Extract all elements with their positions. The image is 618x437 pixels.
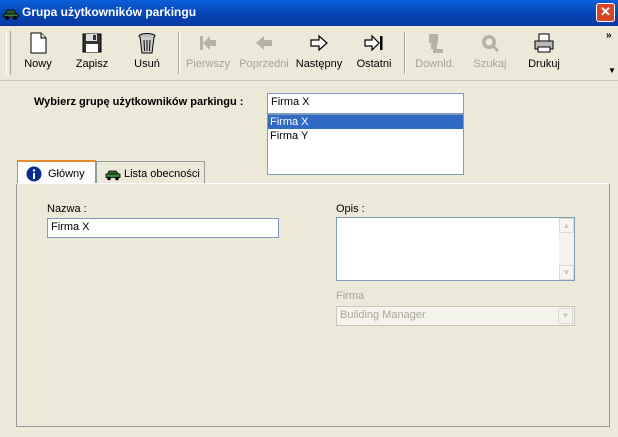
tab-attendance-list[interactable]: Lista obecności (96, 161, 205, 184)
list-item[interactable]: Firma Y (268, 129, 463, 143)
company-label: Firma (336, 290, 365, 302)
title-bar: Grupa użytkowników parkingu ✕ (0, 0, 618, 26)
company-select[interactable]: Building Manager ▼ (336, 306, 575, 326)
print-button[interactable]: Drukuj (522, 28, 566, 78)
close-button[interactable]: ✕ (596, 3, 615, 22)
next-record-icon (310, 34, 328, 52)
previous-button[interactable]: Poprzedni (237, 28, 291, 78)
group-select-label: Wybierz grupę użytkowników parkingu : (34, 96, 244, 108)
trash-can-icon (138, 33, 156, 54)
last-record-icon (364, 34, 383, 52)
toolbar-separator (178, 32, 180, 74)
group-listbox[interactable]: Firma X Firma Y (267, 114, 464, 175)
next-button[interactable]: Następny (294, 28, 344, 78)
toolbar-overflow-icon[interactable]: » (606, 30, 612, 41)
delete-button[interactable]: Usuń (125, 28, 169, 78)
toolbar-grip[interactable] (6, 31, 11, 75)
search-icon (482, 35, 500, 53)
toolbar: Nowy Zapisz Usuń Pierwszy Poprzedni Nast… (0, 26, 618, 81)
previous-record-icon (256, 36, 272, 50)
printer-icon (534, 33, 554, 53)
search-button[interactable]: Szukaj (468, 28, 512, 78)
toolbar-options-icon[interactable]: ▼ (608, 66, 616, 75)
last-button[interactable]: Ostatni (352, 28, 396, 78)
close-icon: ✕ (600, 4, 611, 19)
toolbar-separator (404, 32, 406, 74)
download-icon (429, 34, 443, 53)
tab-main[interactable]: Główny (17, 160, 96, 184)
download-button[interactable]: Downld. (412, 28, 458, 78)
info-icon (26, 166, 42, 182)
car-icon (105, 170, 121, 181)
description-label: Opis : (336, 203, 365, 215)
list-item[interactable]: Firma X (268, 115, 463, 129)
new-document-icon (30, 32, 47, 54)
scroll-down-icon[interactable]: ▼ (559, 265, 574, 280)
name-label: Nazwa : (47, 203, 87, 215)
save-button[interactable]: Zapisz (70, 28, 114, 78)
car-icon (3, 9, 19, 20)
name-field[interactable]: Firma X (47, 218, 279, 238)
new-button[interactable]: Nowy (16, 28, 60, 78)
description-scrollbar[interactable]: ▲ ▼ (559, 218, 574, 280)
description-field[interactable]: ▲ ▼ (336, 217, 575, 281)
window-title: Grupa użytkowników parkingu (22, 5, 197, 19)
scroll-up-icon[interactable]: ▲ (559, 218, 574, 233)
group-select-input[interactable]: Firma X (267, 93, 464, 114)
first-button[interactable]: Pierwszy (184, 28, 232, 78)
floppy-disk-icon (82, 33, 102, 53)
chevron-down-icon[interactable]: ▼ (558, 308, 573, 324)
first-record-icon (200, 36, 216, 50)
